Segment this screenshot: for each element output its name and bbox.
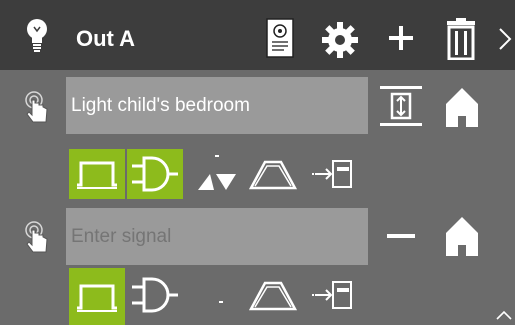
minus-icon[interactable]: [386, 218, 416, 254]
output-tile[interactable]: [306, 270, 362, 320]
and-gate-icon: [132, 277, 178, 313]
triangles-icon: [198, 155, 236, 190]
toggle-range-icon[interactable]: [380, 84, 422, 128]
output-arrow-icon: [312, 160, 352, 188]
document-icon[interactable]: [264, 18, 296, 58]
settings-gear-icon[interactable]: [320, 20, 360, 60]
output-tile[interactable]: [306, 149, 362, 199]
ramp-icon: [249, 160, 297, 190]
pulse-tile[interactable]: [69, 149, 125, 199]
chevron-up-icon[interactable]: [495, 308, 513, 322]
page-title: Out A: [76, 26, 136, 51]
top-bar: Out A: [0, 0, 515, 70]
chevron-right-icon[interactable]: [497, 26, 513, 52]
home-icon[interactable]: [444, 214, 480, 258]
signal-input-1[interactable]: Light child's bedroom: [66, 77, 368, 134]
dash-tile[interactable]: [189, 270, 245, 320]
ramp-icon: [249, 281, 297, 311]
dash-icon: [219, 301, 223, 303]
home-icon[interactable]: [444, 85, 480, 129]
ramp-tile[interactable]: [245, 149, 301, 199]
output-arrow-icon: [312, 281, 352, 309]
and-gate-tile[interactable]: [127, 270, 183, 320]
ramp-tile[interactable]: [245, 270, 301, 320]
delete-trash-icon[interactable]: [443, 17, 479, 61]
lightbulb-icon[interactable]: [22, 16, 52, 54]
triangles-tile[interactable]: [189, 149, 245, 199]
and-gate-tile[interactable]: [127, 149, 183, 199]
pulse-tile[interactable]: [69, 268, 125, 325]
touch-hand-icon[interactable]: [22, 220, 52, 256]
touch-hand-icon[interactable]: [22, 90, 52, 126]
add-icon[interactable]: [386, 22, 416, 54]
and-gate-icon: [132, 156, 178, 192]
pulse-icon: [77, 161, 117, 189]
pulse-icon: [77, 284, 117, 312]
signal-input-2[interactable]: [66, 208, 368, 265]
signal-list: Light child's bedroom: [0, 70, 515, 325]
